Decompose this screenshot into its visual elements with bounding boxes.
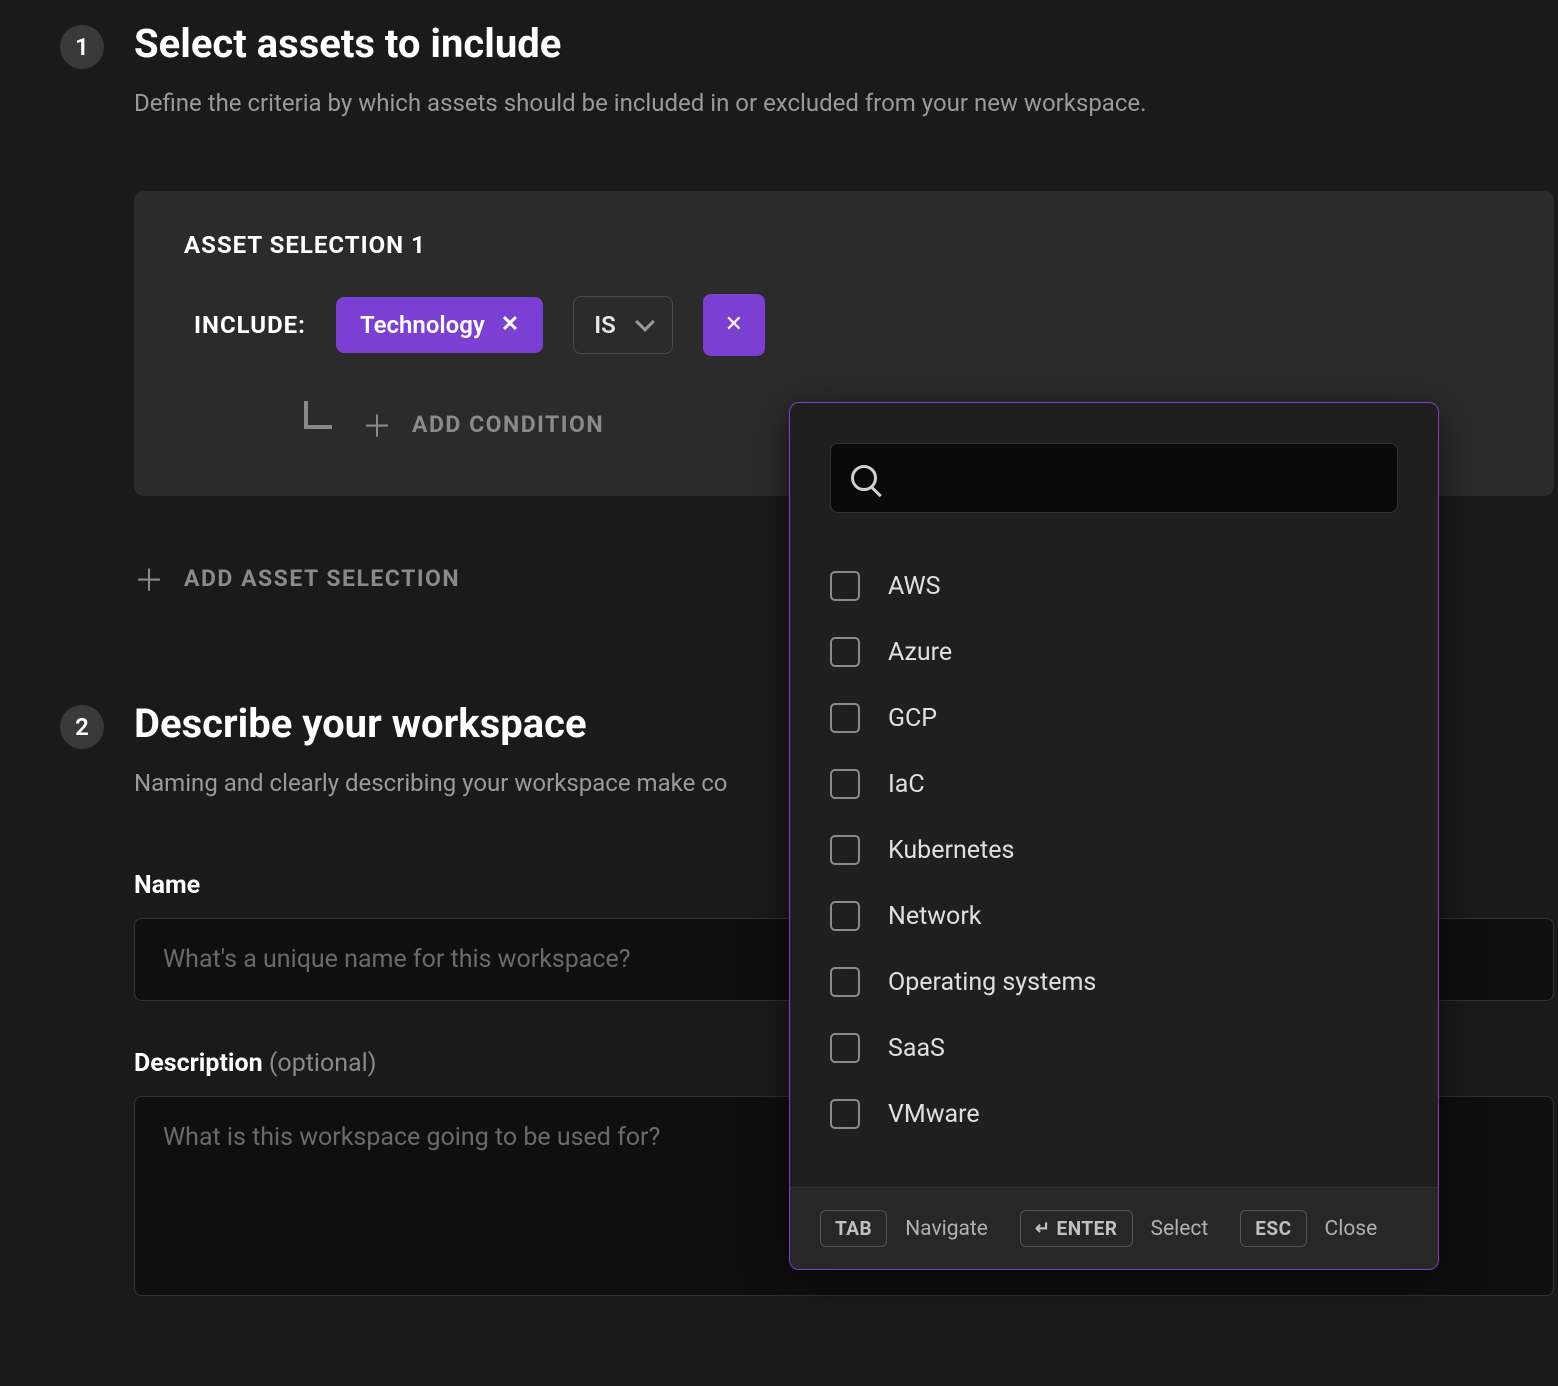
enter-key-text: ENTER [1057, 1217, 1118, 1240]
dropdown-option-label: IaC [888, 770, 925, 799]
technology-chip[interactable]: Technology ✕ [336, 297, 543, 353]
add-condition-label: ADD CONDITION [412, 411, 604, 438]
dropdown-option-label: VMware [888, 1100, 980, 1129]
dropdown-option-operating-systems[interactable]: Operating systems [830, 949, 1398, 1015]
enter-arrow-icon: ↵ [1035, 1218, 1051, 1239]
dropdown-option-label: SaaS [888, 1034, 945, 1063]
optional-hint: (optional) [269, 1049, 377, 1078]
esc-key-label: Close [1325, 1217, 1378, 1241]
technology-chip-label: Technology [360, 311, 485, 339]
dropdown-option-label: GCP [888, 704, 937, 733]
dropdown-footer: TAB Navigate ↵ ENTER Select ESC Close [790, 1187, 1438, 1269]
operator-chip-label: IS [594, 311, 616, 339]
checkbox-icon[interactable] [830, 967, 860, 997]
checkbox-icon[interactable] [830, 835, 860, 865]
technology-dropdown: AWS Azure GCP IaC Kubernetes Network Ope… [789, 402, 1439, 1270]
dropdown-option-label: Operating systems [888, 968, 1096, 997]
dropdown-search[interactable] [830, 443, 1398, 513]
checkbox-icon[interactable] [830, 901, 860, 931]
tab-key-hint: TAB [820, 1210, 887, 1247]
checkbox-icon[interactable] [830, 1033, 860, 1063]
dropdown-option-saas[interactable]: SaaS [830, 1015, 1398, 1081]
remove-condition-button[interactable]: ✕ [703, 294, 765, 356]
step-1-badge: 1 [60, 25, 104, 69]
dropdown-option-gcp[interactable]: GCP [830, 685, 1398, 751]
esc-key-hint: ESC [1240, 1210, 1306, 1247]
operator-chip[interactable]: IS [573, 296, 673, 354]
checkbox-icon[interactable] [830, 637, 860, 667]
dropdown-option-network[interactable]: Network [830, 883, 1398, 949]
dropdown-option-label: AWS [888, 572, 941, 601]
sub-branch-icon [304, 401, 332, 429]
dropdown-option-kubernetes[interactable]: Kubernetes [830, 817, 1398, 883]
dropdown-option-label: Network [888, 902, 981, 931]
chevron-down-icon [635, 312, 655, 332]
condition-row: INCLUDE: Technology ✕ IS ✕ [184, 294, 1504, 356]
dropdown-option-label: Azure [888, 638, 952, 667]
dropdown-search-input[interactable] [895, 465, 1377, 491]
plus-icon: ＋ [362, 402, 392, 446]
checkbox-icon[interactable] [830, 571, 860, 601]
dropdown-option-vmware[interactable]: VMware [830, 1081, 1398, 1147]
checkbox-icon[interactable] [830, 769, 860, 799]
plus-icon: ＋ [134, 556, 164, 600]
checkbox-icon[interactable] [830, 703, 860, 733]
asset-selection-title: ASSET SELECTION 1 [184, 231, 1504, 259]
step-1-header: 1 Select assets to include Define the cr… [60, 20, 1558, 121]
search-icon [851, 465, 877, 491]
step-1-title: Select assets to include [134, 20, 1558, 67]
dropdown-option-iac[interactable]: IaC [830, 751, 1398, 817]
dropdown-option-azure[interactable]: Azure [830, 619, 1398, 685]
description-label-text: Description [134, 1049, 263, 1078]
close-icon[interactable]: ✕ [501, 314, 519, 336]
include-label: INCLUDE: [194, 311, 306, 339]
close-icon: ✕ [725, 314, 743, 336]
dropdown-option-aws[interactable]: AWS [830, 553, 1398, 619]
add-asset-selection-label: ADD ASSET SELECTION [184, 565, 460, 592]
checkbox-icon[interactable] [830, 1099, 860, 1129]
tab-key-label: Navigate [905, 1217, 988, 1241]
step-1-subtitle: Define the criteria by which assets shou… [134, 85, 1558, 121]
step-2-badge: 2 [60, 705, 104, 749]
dropdown-option-label: Kubernetes [888, 836, 1014, 865]
enter-key-label: Select [1151, 1217, 1209, 1241]
dropdown-options-list: AWS Azure GCP IaC Kubernetes Network Ope… [790, 533, 1438, 1187]
enter-key-hint: ↵ ENTER [1020, 1210, 1133, 1247]
